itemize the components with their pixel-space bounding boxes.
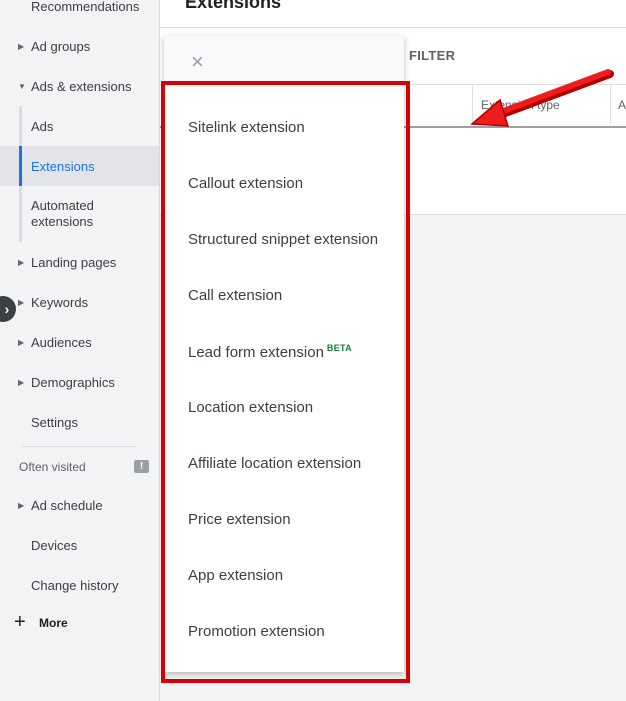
expand-caret-icon: ▶ xyxy=(18,297,25,307)
sidebar-item-label: Automated extensions xyxy=(31,198,94,229)
red-arrow-annotation xyxy=(470,69,614,127)
sidebar-item-label: Ad schedule xyxy=(31,497,103,513)
sidebar-item-label: Keywords xyxy=(31,294,89,310)
sidebar-item-label: Landing pages xyxy=(31,254,117,270)
sidebar-item-label: Demographics xyxy=(31,374,115,390)
sidebar-item-label: Devices xyxy=(31,537,78,553)
sidebar-item-label: Ad groups xyxy=(31,38,91,54)
sidebar-item-landing-pages[interactable]: ▶ Landing pages xyxy=(0,242,159,282)
sidebar-item-keywords[interactable]: ▶ Keywords xyxy=(0,282,159,322)
highlight-annotation-box xyxy=(161,81,410,683)
sidebar-item-ad-groups[interactable]: ▶ Ad groups xyxy=(0,26,159,66)
sidebar-item-label: Ads xyxy=(31,118,54,134)
sidebar-item-ads[interactable]: Ads xyxy=(0,106,159,146)
sidebar-item-recommendations[interactable]: Recommendations xyxy=(0,0,159,26)
sidebar-item-label: Settings xyxy=(31,414,78,430)
add-filter-button[interactable]: FILTER xyxy=(409,48,455,63)
expand-caret-icon: ▶ xyxy=(18,500,25,510)
sidebar-item-label: Change history xyxy=(31,577,119,593)
sidebar-item-extensions[interactable]: Extensions xyxy=(0,146,159,186)
sidebar-item-ads-extensions[interactable]: ▼ Ads & extensions xyxy=(0,66,159,106)
sidebar-item-label: Extensions xyxy=(31,158,95,174)
feedback-icon[interactable]: ! xyxy=(134,460,149,473)
expand-caret-icon: ▶ xyxy=(18,41,25,51)
sidebar-item-settings[interactable]: Settings xyxy=(0,402,159,442)
sidebar-item-devices[interactable]: Devices xyxy=(0,525,159,565)
sidebar-item-label: Recommendations xyxy=(31,0,140,14)
collapse-caret-icon: ▼ xyxy=(18,81,26,91)
close-icon[interactable]: × xyxy=(191,51,204,73)
often-visited-heading: Often visited xyxy=(19,460,86,474)
sidebar-item-audiences[interactable]: ▶ Audiences xyxy=(0,322,159,362)
plus-icon[interactable]: + xyxy=(14,612,26,632)
sidebar-item-label: Ads & extensions xyxy=(31,78,132,94)
page-title: Extensions xyxy=(185,0,282,12)
left-sidebar: Recommendations ▶ Ad groups ▼ Ads & exte… xyxy=(0,0,160,701)
sidebar-item-label: Audiences xyxy=(31,334,92,350)
sidebar-item-change-history[interactable]: Change history xyxy=(0,565,159,605)
expand-caret-icon: ▶ xyxy=(18,377,25,387)
sidebar-item-demographics[interactable]: ▶ Demographics xyxy=(0,362,159,402)
more-button[interactable]: More xyxy=(39,616,68,630)
active-indicator xyxy=(19,146,22,186)
sidebar-item-automated-extensions[interactable]: Automated extensions xyxy=(0,186,159,242)
sidebar-divider xyxy=(22,446,135,447)
expand-caret-icon: ▶ xyxy=(18,337,25,347)
sidebar-item-ad-schedule[interactable]: ▶ Ad schedule xyxy=(0,485,159,525)
expand-caret-icon: ▶ xyxy=(18,257,25,267)
